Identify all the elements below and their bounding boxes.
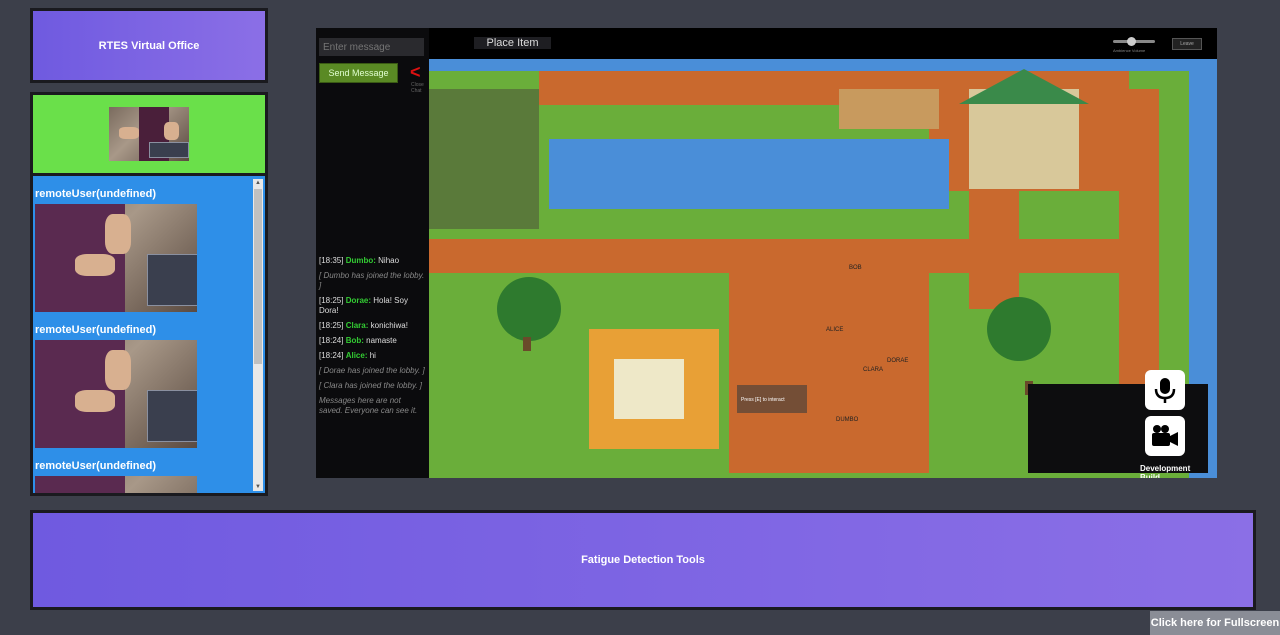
leave-button[interactable]: Leave — [1172, 38, 1202, 50]
game-viewport[interactable]: Send Message < Close Chat [18:35] Dumbo:… — [316, 28, 1217, 478]
interact-hint: Press [E] to interact — [741, 397, 785, 403]
chat-system-message: Messages here are not saved. Everyone ca… — [319, 396, 418, 415]
app-title-panel: RTES Virtual Office — [30, 8, 268, 83]
player-alice-label: ALICE — [826, 327, 843, 333]
remote-video — [35, 204, 197, 312]
development-build-label: Development Build — [1140, 464, 1191, 478]
chat-message: [18:24] Alice: hi — [319, 351, 376, 360]
self-video-overlay: Development Build — [1028, 370, 1208, 478]
remote-user-item: remoteUser(undefined) — [33, 324, 265, 448]
volume-slider-knob[interactable] — [1127, 37, 1136, 46]
fullscreen-button[interactable]: Click here for Fullscreen — [1150, 611, 1280, 635]
camera-icon[interactable] — [1145, 416, 1185, 456]
fatigue-detection-panel[interactable]: Fatigue Detection Tools — [30, 510, 1256, 610]
scroll-up-arrow-icon[interactable]: ▲ — [253, 179, 263, 187]
chat-message: [18:25] Clara: konichiwa! — [319, 321, 408, 330]
remote-user-label: remoteUser(undefined) — [35, 324, 157, 336]
chat-message: [18:35] Dumbo: Nihao — [319, 256, 400, 265]
remote-list-scrollbar[interactable]: ▲ ▼ — [253, 179, 263, 491]
remote-user-item: remoteUser(undefined) — [33, 188, 265, 312]
local-video-panel — [30, 92, 268, 176]
remote-video — [35, 340, 197, 448]
remote-user-label: remoteUser(undefined) — [35, 460, 157, 472]
chat-message-input[interactable] — [319, 38, 424, 56]
player-bob-label: BOB — [849, 265, 862, 271]
remote-users-list[interactable]: remoteUser(undefined) remoteUser(undefin… — [30, 176, 268, 496]
send-message-button[interactable]: Send Message — [319, 63, 398, 83]
chat-system-message: [ Dumbo has joined the lobby. ] — [319, 271, 425, 290]
place-item-button[interactable]: Place Item — [474, 37, 551, 49]
local-video — [109, 107, 189, 161]
ambience-volume-label: Ambience Volume — [1113, 48, 1146, 53]
app-title: RTES Virtual Office — [98, 39, 200, 52]
chat-system-message: [ Clara has joined the lobby. ] — [319, 381, 423, 390]
scroll-down-arrow-icon[interactable]: ▼ — [253, 483, 263, 491]
close-chat-label: Close Chat — [411, 82, 424, 94]
player-dorae-label: DORAE — [887, 358, 908, 364]
player-dumbo-label: DUMBO — [836, 417, 859, 423]
chat-system-message: [ Dorae has joined the lobby. ] — [319, 366, 425, 375]
remote-user-label: remoteUser(undefined) — [35, 188, 157, 200]
fatigue-detection-label: Fatigue Detection Tools — [581, 554, 705, 566]
remote-user-item: remoteUser(undefined) — [33, 460, 265, 493]
chat-message: [18:25] Dorae: Hola! Soy Dora! — [319, 296, 408, 315]
mic-icon[interactable] — [1145, 370, 1185, 410]
remote-video — [35, 476, 197, 493]
chat-messages: [18:35] Dumbo: Nihao [ Dumbo has joined … — [319, 256, 425, 421]
chat-panel: Send Message < Close Chat [18:35] Dumbo:… — [316, 28, 429, 478]
player-clara-label: CLARA — [863, 367, 883, 373]
close-chat-icon[interactable]: < — [410, 62, 421, 83]
scroll-thumb[interactable] — [254, 189, 262, 364]
chat-message: [18:24] Bob: namaste — [319, 336, 397, 345]
